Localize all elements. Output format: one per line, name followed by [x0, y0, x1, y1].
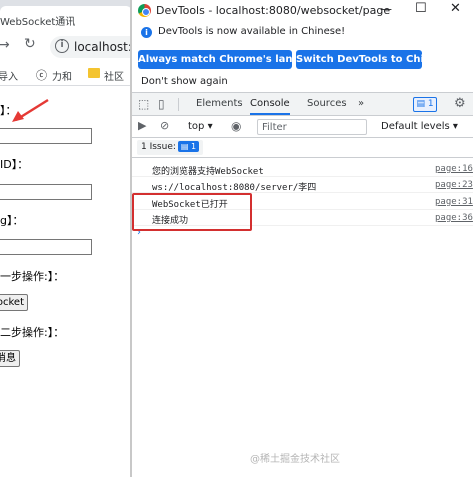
messages-count: 1	[427, 99, 434, 109]
console-filter-input[interactable]: Filter	[257, 119, 367, 135]
browser-window: WebSocket通讯 → ↻ i localhost: 导入 ⓒ 力和 社区 …	[0, 0, 132, 477]
red-arrow-icon	[12, 98, 49, 122]
more-tabs-icon[interactable]: »	[358, 93, 364, 115]
always-match-language-button[interactable]: Always match Chrome's language	[138, 50, 328, 69]
reload-icon[interactable]: ↻	[24, 37, 36, 51]
field-label-3: g】：	[0, 214, 24, 227]
devtools-tab-bar: ⬚ ▯ Elements Console Sources » ▤ 1 ⚙	[132, 92, 473, 116]
folder-icon	[88, 68, 100, 78]
console-message: 您的浏览器支持WebSocket page:16	[132, 161, 473, 177]
highlight-box	[132, 193, 252, 231]
device-toolbar-icon[interactable]: ▯	[158, 98, 165, 110]
console-filter-bar: ▶ ⊘ top ▾ ◉ Filter Default levels ▾	[132, 116, 473, 138]
step1-label: 一步操作:】：	[0, 270, 65, 283]
context-value: top	[188, 121, 205, 132]
send-message-button[interactable]: 消息	[0, 350, 20, 367]
text-input-3[interactable]	[0, 239, 92, 255]
console-message-text: 您的浏览器支持WebSocket	[152, 167, 264, 177]
log-levels-select[interactable]: Default levels ▾	[381, 121, 458, 132]
console-source-link[interactable]: page:16	[435, 164, 473, 174]
devtools-window: DevTools - localhost:8080/websocket/page…	[132, 0, 473, 477]
site-info-icon[interactable]: i	[55, 39, 69, 53]
bookmark-import[interactable]: 导入	[0, 68, 18, 83]
bookmark-icon: ⓒ	[36, 69, 47, 82]
language-banner: i DevTools is now available in Chinese! …	[132, 22, 473, 92]
bookmark-community[interactable]: 社区	[104, 68, 124, 83]
console-message: ws://localhost:8080/server/李四 page:23	[132, 177, 473, 193]
sidebar-toggle-icon[interactable]: ▶	[138, 120, 146, 131]
clear-console-icon[interactable]: ⊘	[160, 120, 169, 131]
banner-text: DevTools is now available in Chinese!	[158, 26, 346, 37]
bookmark-lihe[interactable]: 力和	[52, 68, 72, 83]
dont-show-again-button[interactable]: Don't show again	[141, 76, 228, 87]
open-socket-button[interactable]: ocket	[0, 294, 28, 311]
console-source-link[interactable]: page:31	[435, 197, 473, 207]
console-message-text: ws://localhost:8080/server/李四	[152, 183, 317, 193]
chrome-logo-icon	[138, 4, 151, 17]
issue-count-badge: ▤ 1	[177, 141, 200, 152]
tab-console[interactable]: Console	[250, 93, 290, 115]
devtools-title: DevTools - localhost:8080/websocket/page	[156, 4, 391, 17]
address-text: localhost:	[74, 40, 132, 54]
tab-elements[interactable]: Elements	[196, 93, 243, 115]
eye-icon[interactable]: ◉	[231, 120, 241, 132]
issue-count: 1	[191, 142, 197, 151]
filter-placeholder: Filter	[262, 122, 287, 133]
bookmarks-bar: 导入 ⓒ 力和 社区	[0, 62, 132, 86]
info-icon: i	[141, 27, 152, 38]
browser-tab[interactable]: WebSocket通讯	[0, 6, 132, 30]
inspect-element-icon[interactable]: ⬚	[138, 98, 149, 110]
browser-tab-title: WebSocket通讯	[0, 17, 76, 28]
close-icon[interactable]: ✕	[450, 1, 461, 16]
step2-label: 二步操作:】：	[0, 326, 65, 339]
tab-sources[interactable]: Sources	[307, 93, 347, 115]
tab-divider	[178, 98, 179, 111]
console-source-link[interactable]: page:23	[435, 180, 473, 190]
console-source-link[interactable]: page:36	[435, 213, 473, 223]
settings-gear-icon[interactable]: ⚙	[454, 97, 466, 110]
issues-button[interactable]: 1 Issue: ▤ 1	[137, 140, 204, 155]
field-label-2: ID】：	[0, 158, 29, 171]
messages-badge[interactable]: ▤ 1	[413, 97, 437, 112]
text-input-1[interactable]	[0, 128, 92, 144]
context-select[interactable]: top ▾	[188, 121, 213, 132]
issues-bar: 1 Issue: ▤ 1	[132, 138, 473, 158]
devtools-titlebar: DevTools - localhost:8080/websocket/page…	[132, 0, 473, 22]
minimize-icon[interactable]: —	[380, 2, 392, 16]
text-input-2[interactable]	[0, 184, 92, 200]
address-bar[interactable]: i localhost:	[50, 36, 132, 58]
forward-arrow-icon[interactable]: →	[0, 38, 10, 52]
maximize-icon[interactable]: ☐	[415, 1, 427, 16]
issue-text: 1 Issue:	[141, 142, 176, 152]
switch-to-chinese-button[interactable]: Switch DevTools to Chinese	[296, 50, 451, 69]
levels-value: Default levels	[381, 121, 450, 132]
watermark: @稀土掘金技术社区	[250, 454, 340, 465]
browser-tab-bar: WebSocket通讯	[0, 0, 132, 30]
